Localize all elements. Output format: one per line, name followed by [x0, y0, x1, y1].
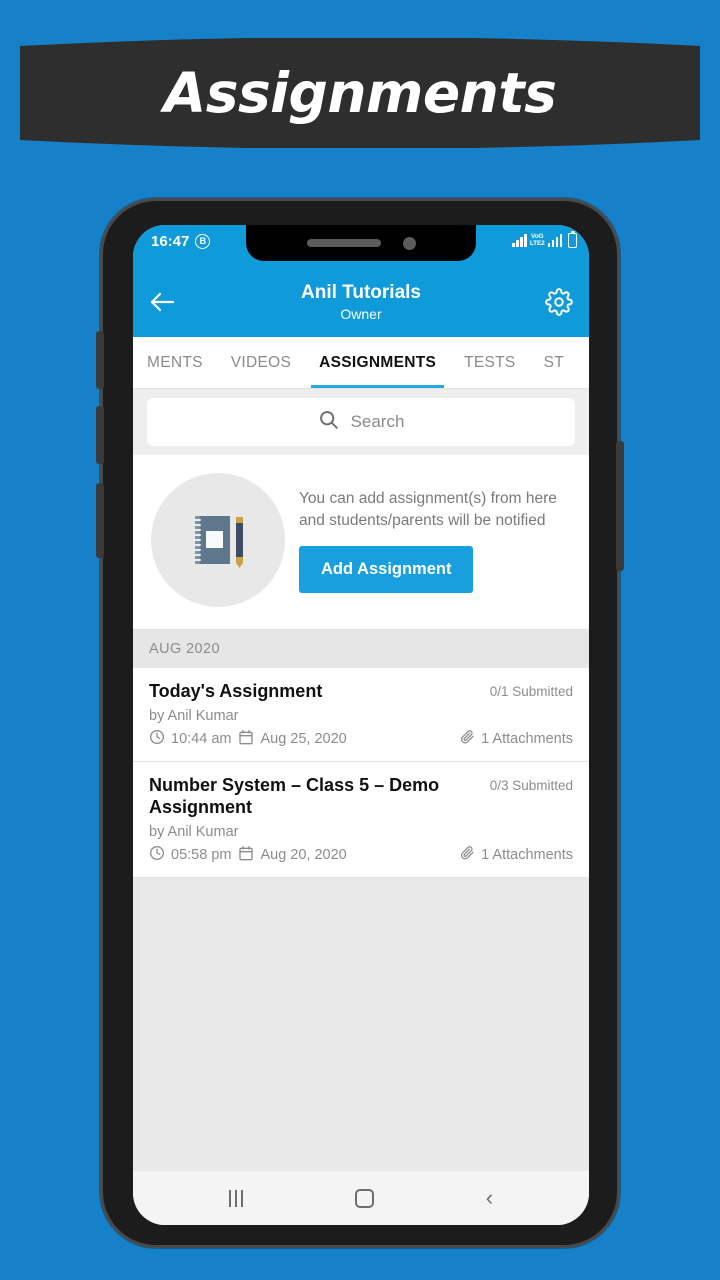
status-bar-right: VoG LTE2 [512, 231, 577, 248]
back-icon[interactable]: ‹ [486, 1187, 493, 1209]
search-input[interactable]: Search [147, 398, 575, 446]
battery-icon [568, 231, 577, 248]
assignment-header-row: Number System – Class 5 – Demo Assignmen… [149, 774, 573, 819]
assignment-attachments: 1 Attachments [481, 846, 573, 863]
tab-videos[interactable]: VIDEOS [217, 337, 305, 388]
phone-mockup: 16:47 B VoG LTE2 Anil Tutorials Owner ME… [96, 198, 624, 1248]
recents-icon[interactable] [228, 1189, 243, 1207]
assignment-date-group: Aug 20, 2020 [238, 845, 347, 865]
assignment-meta-row: 10:44 am Aug 25, 2020 1 Attachments [149, 729, 573, 749]
assignment-attachments: 1 Attachments [481, 730, 573, 747]
assignment-title: Number System – Class 5 – Demo Assignmen… [149, 774, 440, 818]
assignment-author: by Anil Kumar [149, 823, 239, 840]
app-bar-titles: Anil Tutorials Owner [133, 267, 589, 337]
paperclip-icon [460, 729, 475, 748]
tab-students[interactable]: ST [530, 337, 578, 388]
assignment-date: Aug 20, 2020 [260, 846, 347, 863]
search-icon [318, 409, 339, 435]
assignment-submitted-count: 0/1 Submitted [489, 684, 573, 699]
promo-text: You can add assignment(s) from here and … [299, 489, 557, 529]
status-time: 16:47 [151, 233, 190, 250]
power-button[interactable] [616, 441, 624, 571]
clock-icon [149, 729, 165, 749]
bluetooth-icon: B [195, 234, 211, 249]
phone-screen: 16:47 B VoG LTE2 Anil Tutorials Owner ME… [133, 225, 589, 1225]
assignment-time-group: 10:44 am [149, 729, 231, 749]
earpiece-speaker-icon [306, 239, 381, 247]
status-bar: 16:47 B VoG LTE2 [133, 225, 589, 267]
assignment-time-group: 05:58 pm [149, 845, 231, 865]
assignments-list: AUG 2020 Today's Assignment 0/1 Submitte… [133, 630, 589, 1171]
front-camera-icon [402, 236, 416, 250]
volte-icon: VoG LTE2 [529, 233, 545, 248]
tab-tests[interactable]: TESTS [450, 337, 529, 388]
promo-content: You can add assignment(s) from here and … [285, 488, 571, 593]
assistant-button[interactable] [96, 483, 104, 558]
search-placeholder: Search [350, 412, 405, 431]
search-bar-container: Search [133, 389, 589, 455]
assignment-list-item[interactable]: Number System – Class 5 – Demo Assignmen… [133, 761, 589, 878]
back-arrow-icon[interactable] [149, 291, 189, 313]
app-bar: Anil Tutorials Owner [133, 267, 589, 337]
assignment-submitted-count: 0/3 Submitted [489, 777, 573, 793]
add-assignment-button[interactable]: Add Assignment [299, 545, 474, 593]
assignment-date: Aug 25, 2020 [260, 730, 347, 747]
volume-down-button[interactable] [96, 406, 104, 464]
clock-icon [149, 845, 165, 865]
volume-up-button[interactable] [96, 331, 104, 389]
assignment-attachments-group: 1 Attachments [460, 729, 573, 748]
assignment-attachments-group: 1 Attachments [460, 845, 573, 864]
assignment-list-item[interactable]: Today's Assignment 0/1 Submitted by Anil… [133, 668, 589, 762]
banner-title: Assignments [163, 61, 557, 125]
signal-strength-icon-1 [512, 234, 527, 247]
page-subtitle: Owner [340, 306, 382, 322]
signal-strength-icon-2 [547, 234, 562, 247]
phone-notch [246, 225, 476, 261]
calendar-icon [238, 845, 254, 865]
page-title: Anil Tutorials [301, 282, 421, 303]
home-icon[interactable] [354, 1188, 374, 1208]
assignment-title: Today's Assignment [149, 681, 323, 701]
assignment-header-row: Today's Assignment 0/1 Submitted [149, 680, 573, 703]
status-bar-left: 16:47 B [151, 233, 211, 250]
android-nav-bar: ‹ [133, 1171, 589, 1225]
assignment-meta-row: 05:58 pm Aug 20, 2020 1 Attachments [149, 845, 573, 865]
volte-label-bottom: LTE2 [529, 239, 545, 247]
tab-bar[interactable]: MENTS VIDEOS ASSIGNMENTS TESTS ST [133, 337, 589, 389]
tab-assignments[interactable]: ASSIGNMENTS [305, 337, 450, 388]
assignment-time: 10:44 am [171, 730, 232, 747]
add-assignment-promo-card: You can add assignment(s) from here and … [133, 455, 589, 630]
assignment-date-group: Aug 25, 2020 [238, 729, 347, 749]
month-section-header: AUG 2020 [133, 630, 589, 668]
notebook-and-pen-icon [151, 473, 285, 607]
assignment-author: by Anil Kumar [149, 707, 239, 724]
gear-icon[interactable] [533, 288, 573, 316]
tab-documents[interactable]: MENTS [133, 337, 217, 388]
paperclip-icon [460, 845, 475, 864]
calendar-icon [238, 729, 254, 749]
assignment-time: 05:58 pm [171, 846, 232, 863]
